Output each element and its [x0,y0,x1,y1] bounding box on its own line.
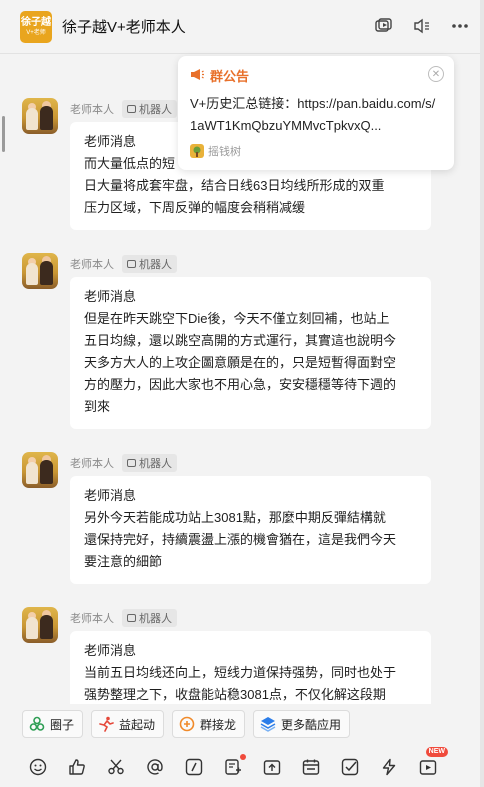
robot-badge: 机器人 [122,454,177,472]
robot-label: 机器人 [139,613,172,625]
message-line: 强势整理之下，收盘能站稳3081点，不仅化解这段期 [84,687,386,702]
close-icon[interactable]: ✕ [428,66,444,82]
message-meta: 老师本人 机器人 [70,454,177,472]
robot-icon [127,459,136,467]
mention-icon[interactable] [145,757,165,777]
scissors-icon[interactable] [106,757,126,777]
money-tree-icon [190,144,204,158]
input-toolbar: NEW [28,747,468,782]
checkbox-task-icon[interactable] [340,757,360,777]
notification-dot [240,754,246,760]
announcement-source: 摇钱树 [190,143,442,159]
sender-name[interactable]: 老师本人 [70,455,114,471]
sender-avatar[interactable] [22,607,58,643]
logo-text-top: 徐子越 [21,16,51,28]
sender-name[interactable]: 老师本人 [70,610,114,626]
window-edge [480,0,484,787]
message-meta: 老师本人 机器人 [70,609,177,627]
more-icon[interactable] [450,16,470,36]
robot-label: 机器人 [139,259,172,271]
sender-avatar[interactable] [22,98,58,134]
robot-icon [127,260,136,268]
thumbs-up-icon[interactable] [67,757,87,777]
logo-text-bottom: V+老师 [26,29,46,36]
app-circle-button[interactable]: 圈子 [22,710,84,738]
message-line: 五日均線，還以跳空高開的方式運行，其實這也說明今 [84,333,397,348]
message-line: 日大量将成套牢盘，结合日线63日均线所形成的双重 [84,178,385,193]
app-label: 更多酷应用 [281,717,342,732]
new-badge: NEW [425,747,448,757]
message-line: 老师消息 [84,643,137,658]
doc-add-icon[interactable] [223,754,246,777]
slash-command-icon[interactable] [184,757,204,777]
message-line: 但是在昨天跳空下Die後，今天不僅立刻回補，也站上 [84,311,390,326]
megaphone-icon [190,68,204,84]
message-line: 要注意的細節 [84,554,163,569]
message-line: 另外今天若能成功站上3081點，那麼中期反彈結構就 [84,510,386,525]
sender-avatar[interactable] [22,253,58,289]
robot-badge: 机器人 [122,100,177,118]
message-line: 到來 [84,399,111,414]
message-bubble[interactable]: 老师消息 但是在昨天跳空下Die後，今天不僅立刻回補，也站上 五日均線，還以跳空… [70,277,431,429]
message-line: 還保持完好，持續震盪上漲的機會猶在，這是我們今天 [84,532,397,547]
video-icon[interactable] [374,16,394,36]
robot-icon [127,105,136,113]
app-relay-button[interactable]: 群接龙 [172,710,246,738]
announcement-popup[interactable]: 群公告 ✕ V+历史汇总链接：https://pan.baidu.com/s/1… [178,56,454,170]
app-label: 圈子 [50,717,75,732]
message-bubble[interactable]: 老师消息 当前五日均线还向上，短线力道保持强势，同时也处于 强势整理之下，收盘能… [70,631,431,704]
app-bar: 圈子 益起动 群接龙 更多酷应用 [22,710,351,738]
message-line: 方的壓力，因此大家也不用心急，安安穩穩等待下週的 [84,377,397,392]
robot-badge: 机器人 [122,609,177,627]
app-more-button[interactable]: 更多酷应用 [253,710,351,738]
lightning-icon[interactable] [379,757,399,777]
live-video-icon[interactable]: NEW [418,747,448,777]
sender-name[interactable]: 老师本人 [70,256,114,272]
sender-name[interactable]: 老师本人 [70,101,114,117]
robot-badge: 机器人 [122,255,177,273]
message-line: 天多方大人的上攻企圖意願是在的，只是短暫得面對空 [84,355,397,370]
emoji-icon[interactable] [28,757,48,777]
relay-app-icon [179,716,195,732]
announcement-source-label: 摇钱树 [208,146,241,158]
speaker-icon[interactable] [412,16,432,36]
message-line: 老师消息 [84,488,137,503]
calendar-icon[interactable] [301,757,321,777]
message-line: 当前五日均线还向上，短线力道保持强势，同时也处于 [84,665,397,680]
chat-title[interactable]: 徐子越V+老师本人 [62,16,186,37]
announcement-body[interactable]: V+历史汇总链接：https://pan.baidu.com/s/1aWT1Km… [190,93,442,137]
message-bubble[interactable]: 老师消息 另外今天若能成功站上3081點，那麼中期反彈結構就 還保持完好，持續震… [70,476,431,584]
upload-icon[interactable] [262,757,282,777]
announcement-title: 群公告 [210,69,250,84]
sender-avatar[interactable] [22,452,58,488]
app-label: 群接龙 [200,717,237,732]
message-meta: 老师本人 机器人 [70,100,177,118]
app-run-button[interactable]: 益起动 [91,710,165,738]
app-label: 益起动 [119,717,156,732]
robot-icon [127,614,136,622]
more-apps-icon [260,716,276,732]
robot-label: 机器人 [139,458,172,470]
message-line: 老师消息 [84,289,137,304]
announcement-header: 群公告 [190,66,442,85]
run-app-icon [98,716,114,732]
chat-header: 徐子越 V+老师 徐子越V+老师本人 [0,0,484,54]
group-avatar[interactable]: 徐子越 V+老师 [20,10,52,43]
circle-app-icon [29,716,45,732]
message-line: 压力区域，下周反弹的幅度会稍稍减缓 [84,200,306,215]
robot-label: 机器人 [139,104,172,116]
message-meta: 老师本人 机器人 [70,255,177,273]
